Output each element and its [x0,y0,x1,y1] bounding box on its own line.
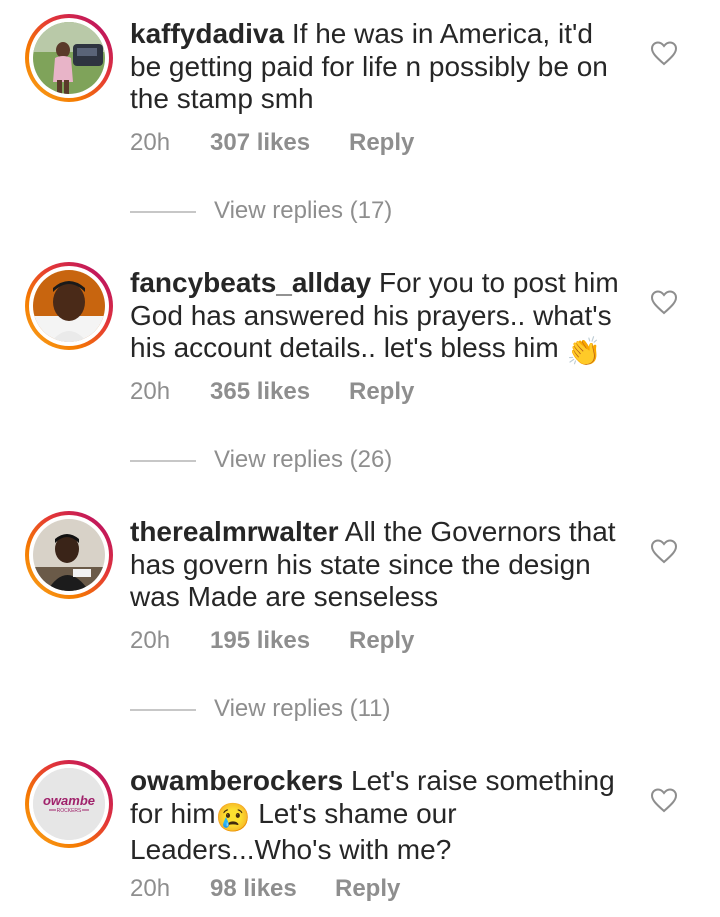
avatar-ring-gap [29,515,109,595]
heart-outline-icon[interactable] [650,289,678,315]
avatar[interactable] [33,519,105,591]
comment-time: 20h [130,627,171,654]
comment-likes[interactable]: 365 likes [210,377,310,407]
comment-username[interactable]: kaffydadiva [130,18,284,49]
comment-text: owamberockers Let's raise something for … [130,765,630,867]
clapping-hands-emoji: 👏 [566,336,602,367]
avatar[interactable] [33,22,105,94]
avatar[interactable]: owambe ROCKERS [33,768,105,840]
replies-divider [130,460,196,462]
reply-button[interactable]: Reply [349,128,414,158]
comment-text: therealmrwalter All the Governors that h… [130,516,630,614]
comment-time: 20h [130,129,171,156]
avatar-photo [33,22,105,94]
avatar-photo [33,519,105,591]
avatar-story-ring[interactable] [25,511,113,599]
svg-text:ROCKERS: ROCKERS [57,808,82,814]
avatar-ring-gap: owambe ROCKERS [29,764,109,844]
comment-meta: 20h 365 likes Reply [130,377,414,407]
reply-button[interactable]: Reply [349,377,414,407]
avatar-ring-gap [29,266,109,346]
comment-text: kaffydadiva If he was in America, it'd b… [130,18,630,116]
view-replies-label: View replies (26) [214,446,393,473]
view-replies-label: View replies (17) [214,197,393,224]
comment-likes[interactable]: 98 likes [210,874,297,904]
comment-likes[interactable]: 307 likes [210,128,310,158]
comment-text: fancybeats_allday For you to post him Go… [130,267,630,369]
reply-button[interactable]: Reply [335,874,400,904]
comment-meta: 20h 98 likes Reply [130,874,400,904]
avatar-photo [33,270,105,342]
reply-button[interactable]: Reply [349,626,414,656]
comment-username[interactable]: fancybeats_allday [130,267,371,298]
comment-likes[interactable]: 195 likes [210,626,310,656]
svg-text:owambe: owambe [43,793,95,808]
heart-outline-icon[interactable] [650,787,678,813]
avatar-story-ring[interactable] [25,14,113,102]
comment-time: 20h [130,378,171,405]
avatar[interactable] [33,270,105,342]
heart-outline-icon[interactable] [650,40,678,66]
heart-outline-icon[interactable] [650,538,678,564]
owambe-logo: owambe ROCKERS [33,768,105,840]
view-replies-label: View replies (11) [214,695,391,722]
replies-divider [130,709,196,711]
crying-face-emoji: 😢 [215,801,251,833]
avatar-ring-gap [29,18,109,98]
comment-username[interactable]: therealmrwalter [130,516,339,547]
comment-username[interactable]: owamberockers [130,765,343,796]
comment-time: 20h [130,875,171,902]
comment-meta: 20h 307 likes Reply [130,128,414,158]
comment-meta: 20h 195 likes Reply [130,626,414,656]
avatar-story-ring[interactable]: owambe ROCKERS [25,760,113,848]
replies-divider [130,211,196,213]
avatar-story-ring[interactable] [25,262,113,350]
